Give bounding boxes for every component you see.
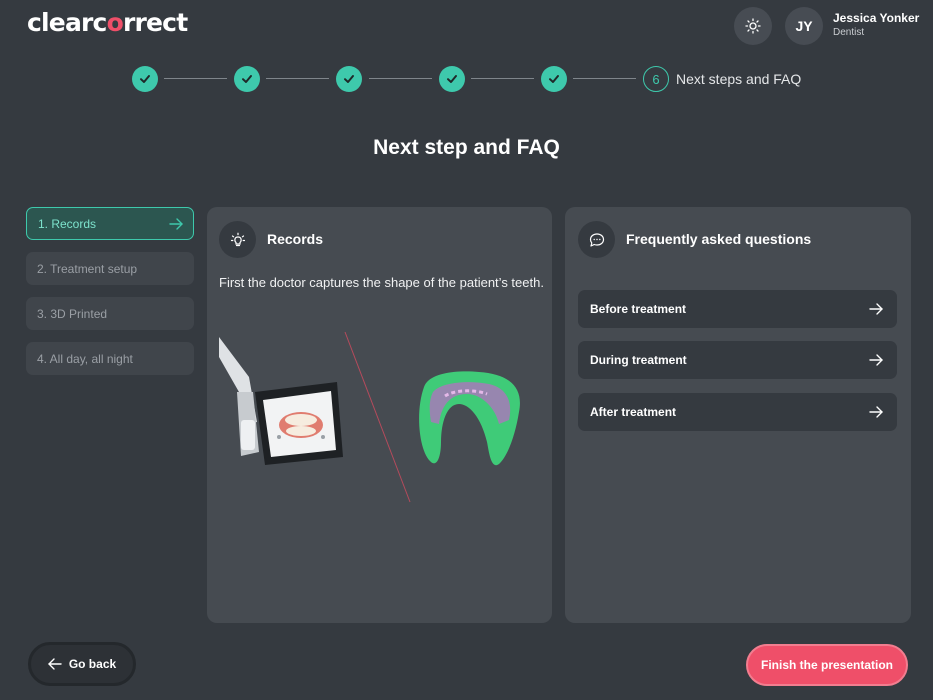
progress-stepper: 6 Next steps and FAQ — [0, 66, 933, 92]
step-connector — [164, 78, 227, 79]
faq-item-during-treatment[interactable]: During treatment — [578, 341, 897, 379]
3d-teeth-scan-image — [419, 371, 520, 466]
current-step-label: Next steps and FAQ — [676, 71, 802, 87]
sidebar-item-3d-printed[interactable]: 3. 3D Printed — [26, 297, 194, 330]
records-illustration — [219, 332, 520, 503]
faq-item-label: Before treatment — [590, 302, 687, 316]
chat-bubble-icon — [578, 221, 615, 258]
records-panel: Records First the doctor captures the sh… — [207, 207, 552, 623]
go-back-label: Go back — [68, 657, 117, 671]
sidebar-item-treatment-setup[interactable]: 2. Treatment setup — [26, 252, 194, 285]
user-name: Jessica Yonker — [833, 11, 920, 25]
avatar[interactable]: JY — [785, 7, 823, 45]
step-3-complete-check-icon[interactable] — [336, 66, 362, 92]
step-4-complete-check-icon[interactable] — [439, 66, 465, 92]
step-connector — [573, 78, 636, 79]
intraoral-scanner-image — [219, 337, 343, 465]
arrow-left-icon — [48, 658, 62, 670]
go-back-button[interactable]: Go back — [28, 642, 136, 686]
faq-item-label: After treatment — [590, 405, 677, 419]
faq-item-after-treatment[interactable]: After treatment — [578, 393, 897, 431]
page-title: Next step and FAQ — [373, 136, 560, 159]
sidebar-item-label: 4. All day, all night — [37, 351, 133, 366]
sun-icon — [745, 18, 761, 34]
faq-item-label: During treatment — [590, 353, 687, 367]
faq-panel-title: Frequently asked questions — [626, 231, 812, 247]
step-1-complete-check-icon[interactable] — [132, 66, 158, 92]
clearcorrect-logo: clearcorrect — [27, 8, 188, 37]
sidebar-item-all-day-all-night[interactable]: 4. All day, all night — [26, 342, 194, 375]
finish-presentation-button[interactable]: Finish the presentation — [746, 644, 908, 686]
lightbulb-icon — [219, 221, 256, 258]
user-role: Dentist — [833, 27, 865, 38]
faq-item-before-treatment[interactable]: Before treatment — [578, 290, 897, 328]
step-2-complete-check-icon[interactable] — [234, 66, 260, 92]
sidebar-item-records[interactable]: 1. Records — [26, 207, 194, 240]
arrow-right-icon — [869, 406, 883, 418]
sidebar-item-label: 3. 3D Printed — [37, 306, 108, 321]
step-connector — [369, 78, 432, 79]
arrow-right-icon — [169, 217, 183, 230]
step-5-complete-check-icon[interactable] — [541, 66, 567, 92]
step-6-current: 6 — [643, 66, 669, 92]
records-panel-title: Records — [267, 231, 324, 247]
step-connector — [266, 78, 329, 79]
faq-panel: Frequently asked questions Before treatm… — [565, 207, 911, 623]
arrow-right-icon — [869, 303, 883, 315]
step-connector — [471, 78, 534, 79]
theme-toggle-button[interactable] — [734, 7, 772, 45]
sidebar-item-label: 1. Records — [38, 216, 97, 231]
illustration-divider — [344, 332, 411, 503]
finish-label: Finish the presentation — [760, 658, 893, 672]
arrow-right-icon — [869, 354, 883, 366]
sidebar-item-label: 2. Treatment setup — [37, 261, 138, 276]
records-description: First the doctor captures the shape of t… — [219, 275, 544, 290]
